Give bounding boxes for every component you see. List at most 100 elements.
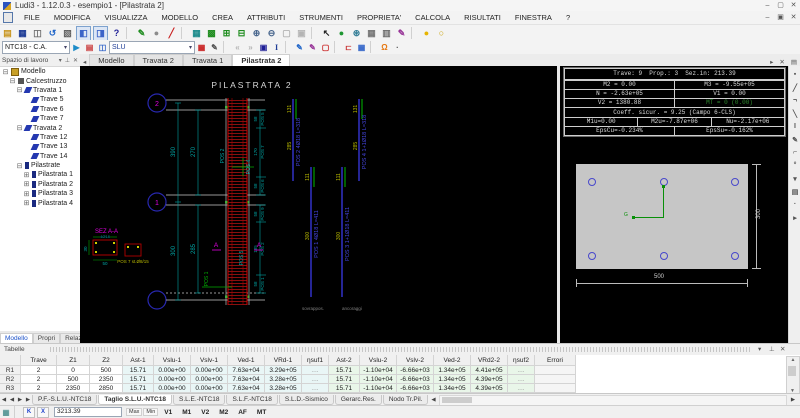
close-panel-icon[interactable]: ✕ (780, 345, 785, 353)
col-errori[interactable]: Errori (535, 355, 576, 366)
gears-icon[interactable]: ⊛ (350, 27, 363, 40)
expand-icon[interactable]: ⊟ (2, 68, 9, 76)
menu-file[interactable]: FILE (17, 13, 47, 22)
child-minimize-icon[interactable]: – (761, 13, 774, 22)
menu-strumenti[interactable]: STRUMENTI (292, 13, 350, 22)
status-item-mt[interactable]: MT (257, 409, 266, 416)
line-tool-icon[interactable]: ╱ (790, 81, 800, 94)
open-icon[interactable]: ▤ (1, 27, 14, 40)
status-item-m1[interactable]: M1 (182, 409, 191, 416)
code-select[interactable]: NTC18 - C.A. ▾ (2, 41, 70, 54)
drag-grip[interactable] (50, 347, 750, 352)
status-item-af[interactable]: AF (238, 409, 247, 416)
zoom-in-icon[interactable]: ⊕ (250, 27, 263, 40)
value-input[interactable]: 3213.39 (54, 407, 122, 417)
grid-vscrollbar[interactable]: ▲▼ (786, 356, 800, 395)
tab-taglio-slu[interactable]: Taglio S.L.U.-NTC18 (98, 395, 172, 405)
omega-icon[interactable]: Ω (379, 42, 390, 53)
table-row[interactable]: R1 2 0 500 15.71 0.00e+00 0.00e+00 7.63e… (0, 366, 800, 375)
menu-modifica[interactable]: MODIFICA (47, 13, 98, 22)
tree-item-travata-2[interactable]: ⊟Travata 2 (0, 123, 80, 132)
pencil-tool-icon[interactable]: ✎ (790, 133, 800, 146)
col-vrd2[interactable]: VRd2-2 (471, 355, 508, 366)
load-case-select[interactable]: SLU ▾ (109, 41, 195, 54)
view-panel-icon[interactable]: ◨ (93, 26, 108, 41)
more-tools-icon[interactable]: ▸ (790, 211, 800, 224)
select-cursor-icon[interactable]: ↖ (320, 27, 333, 40)
scroll-thumb[interactable] (788, 366, 796, 376)
tree-item-trave-13[interactable]: Trave 13 (0, 142, 80, 151)
status-item-v1[interactable]: V1 (164, 409, 172, 416)
menu-visualizza[interactable]: VISUALIZZA (98, 13, 155, 22)
render-icon[interactable]: ● (335, 27, 348, 40)
table-row[interactable]: R3 2 2350 2850 15.71 0.00e+00 0.00e+00 7… (0, 384, 800, 393)
angle-tool-icon[interactable]: ¬ (790, 94, 800, 107)
drawing-canvas[interactable]: PILASTRATA 2 2 1 390 270 300 285 (80, 66, 557, 343)
tab-proprieta[interactable]: Propri (33, 333, 60, 343)
status-item-v2[interactable]: V2 (201, 409, 209, 416)
expand-icon[interactable]: ⊞ (23, 190, 30, 198)
menu-calcola[interactable]: CALCOLA (408, 13, 457, 22)
refresh-icon[interactable]: ↺ (46, 27, 59, 40)
tree-item-pilastrata-3[interactable]: ⊞Pilastrata 3 (0, 189, 80, 198)
book-blue-icon[interactable]: ◫ (97, 42, 108, 53)
close-icon[interactable]: ✕ (787, 1, 800, 10)
grid-green-icon[interactable]: ▩ (205, 27, 218, 40)
pin-icon[interactable]: ⊥ (769, 345, 775, 353)
expand-icon[interactable]: ⊟ (16, 86, 23, 94)
calendar-icon[interactable]: ▦ (356, 42, 367, 53)
min-button[interactable]: Min (143, 408, 158, 416)
pen-purple-icon[interactable]: ✎ (307, 42, 318, 53)
section-box-icon[interactable]: ▣ (258, 42, 269, 53)
save-icon[interactable]: ▦ (16, 27, 29, 40)
menu-help[interactable]: ? (559, 13, 577, 22)
view-tab-travata-2[interactable]: Travata 2 (134, 54, 183, 66)
menu-risultati[interactable]: RISULTATI (457, 13, 508, 22)
view-tab-travata-1[interactable]: Travata 1 (183, 54, 232, 66)
minimize-icon[interactable]: – (761, 1, 774, 10)
col-trave[interactable]: Trave (21, 355, 57, 366)
grid-toggle-icon[interactable]: ▤ (791, 58, 797, 66)
table-view-icon[interactable]: ▦ (365, 27, 378, 40)
expand-icon[interactable]: ⊟ (9, 77, 16, 85)
filter-k-icon[interactable]: K (23, 407, 35, 418)
scroll-thumb[interactable] (442, 397, 472, 403)
menu-crea[interactable]: CREA (205, 13, 240, 22)
bracket-icon[interactable]: ⊏ (343, 42, 354, 53)
pencil-ruler-icon[interactable]: ✎ (209, 42, 220, 53)
tab-gerarc-res[interactable]: Gerarc.Res. (335, 395, 382, 405)
copy-icon[interactable]: ◫ (31, 27, 44, 40)
expand-icon[interactable]: ⊞ (23, 171, 30, 179)
tree-item-trave-7[interactable]: Trave 7 (0, 114, 80, 123)
col-ast1[interactable]: Ast-1 (123, 355, 154, 366)
tree-item-pilastrata-4[interactable]: ⊞Pilastrata 4 (0, 198, 80, 207)
next-tab-icon[interactable]: ▶ (16, 397, 24, 403)
view-tab-pilastrata-2[interactable]: Pilastrata 2 (232, 54, 290, 66)
expand-icon[interactable]: ⊟ (16, 162, 23, 170)
col-vslv1[interactable]: Vslv-1 (191, 355, 228, 366)
run-icon[interactable]: ▶ (71, 42, 82, 53)
window-zoom-icon[interactable]: ▣ (295, 27, 308, 40)
col-vrd1[interactable]: VRd-1 (265, 355, 302, 366)
bulb-off-icon[interactable]: ○ (435, 27, 448, 40)
red-box-icon[interactable]: ▢ (320, 42, 331, 53)
tab-scroll-left-icon[interactable]: ◂ (83, 58, 86, 66)
last-tab-icon[interactable]: ▶ (24, 397, 32, 403)
tab-pf-slu[interactable]: P.F.-S.L.U.-NTC18 (32, 395, 97, 405)
table-search-icon[interactable]: ▦ (0, 408, 12, 417)
sphere-icon[interactable]: ● (150, 27, 163, 40)
menu-finestra[interactable]: FINESTRA (508, 13, 559, 22)
draw-green-icon[interactable]: ✎ (135, 27, 148, 40)
col-vslu2[interactable]: Vslu-2 (360, 355, 397, 366)
table-row[interactable]: R2 2 500 2350 15.71 0.00e+00 0.00e+00 7.… (0, 375, 800, 384)
col-nsuf2[interactable]: ηsuf2 (508, 355, 535, 366)
col-ved1[interactable]: Ved-1 (228, 355, 265, 366)
col-ast2[interactable]: Ast-2 (329, 355, 360, 366)
tree-item-pilastrata-1[interactable]: ⊞Pilastrata 1 (0, 170, 80, 179)
tree-item-trave-14[interactable]: Trave 14 (0, 152, 80, 161)
pen-blue-icon[interactable]: ✎ (294, 42, 305, 53)
dropdown-icon[interactable]: ▾ (790, 172, 800, 185)
tree-item-trave-5[interactable]: Trave 5 (0, 95, 80, 104)
tab-scroll-right-icon[interactable]: ▸ (770, 58, 773, 66)
close-panel-icon[interactable]: ✕ (73, 57, 78, 64)
